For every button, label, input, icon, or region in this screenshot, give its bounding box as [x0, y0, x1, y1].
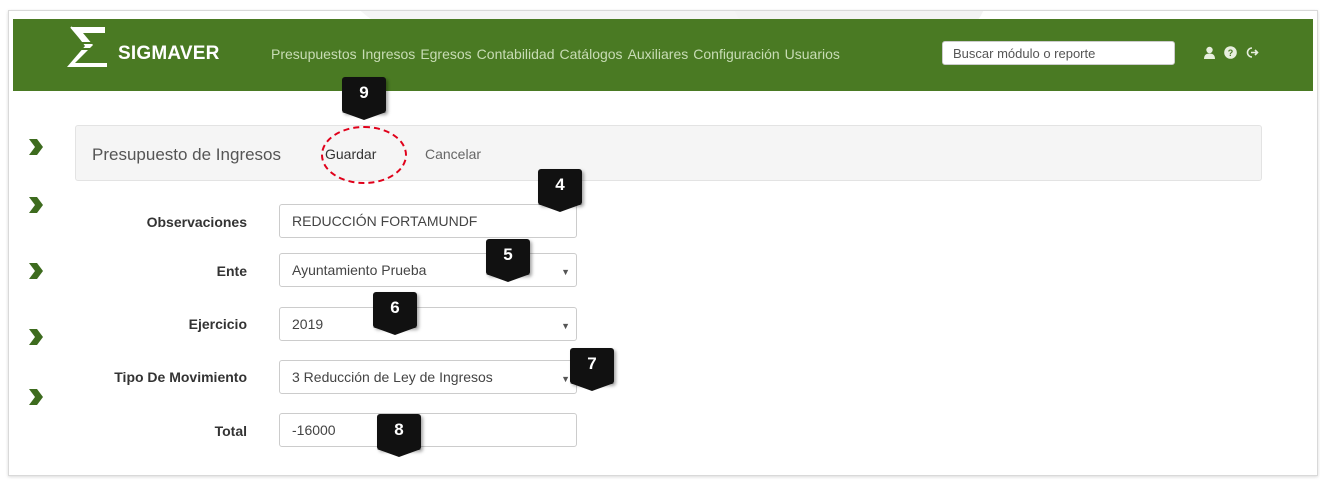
menu-item-configuracion[interactable]: Configuración — [693, 46, 779, 62]
menu-item-egresos[interactable]: Egresos — [420, 46, 471, 62]
chevron-right-icon[interactable] — [27, 196, 43, 214]
top-navbar: SIGMAVER Presupuestos Ingresos Egresos C… — [13, 19, 1313, 91]
logout-icon[interactable] — [1245, 46, 1259, 59]
search-input[interactable] — [942, 41, 1175, 65]
caret-down-icon: ▼ — [561, 321, 570, 331]
brand-name[interactable]: SIGMAVER — [118, 43, 220, 65]
save-button[interactable]: Guardar — [325, 146, 376, 162]
chevron-right-icon[interactable] — [27, 138, 43, 156]
ente-value: Ayuntamiento Prueba — [292, 262, 427, 278]
ejercicio-select[interactable]: 2019 ▼ — [279, 307, 577, 341]
user-icon[interactable] — [1203, 46, 1216, 59]
caret-down-icon: ▼ — [561, 374, 570, 384]
tipo-movimiento-select[interactable]: 3 Reducción de Ley de Ingresos ▼ — [279, 360, 577, 394]
menu-item-catalogos[interactable]: Catálogos — [560, 46, 623, 62]
ente-select[interactable]: Ayuntamiento Prueba ▼ — [279, 253, 577, 287]
menu-item-usuarios[interactable]: Usuarios — [785, 46, 840, 62]
total-field[interactable]: -16000 — [279, 413, 577, 447]
step-marker-4: 4 — [538, 169, 582, 212]
menu-item-contabilidad[interactable]: Contabilidad — [477, 46, 555, 62]
observaciones-label: Observaciones — [146, 214, 247, 230]
help-icon[interactable]: ? — [1224, 46, 1237, 59]
menu-item-presupuestos[interactable]: Presupuestos — [271, 46, 357, 62]
observaciones-value: REDUCCIÓN FORTAMUNDF — [292, 213, 478, 229]
ejercicio-value: 2019 — [292, 316, 324, 332]
app-window: SIGMAVER Presupuestos Ingresos Egresos C… — [8, 10, 1318, 476]
step-marker-5: 5 — [486, 239, 530, 282]
step-marker-8: 8 — [377, 414, 421, 457]
cancel-button[interactable]: Cancelar — [425, 146, 481, 162]
ente-label: Ente — [216, 263, 247, 279]
menu-item-ingresos[interactable]: Ingresos — [362, 46, 416, 62]
page-title: Presupuesto de Ingresos — [92, 145, 282, 164]
total-value: -16000 — [292, 422, 336, 438]
main-menu: Presupuestos Ingresos Egresos Contabilid… — [271, 46, 845, 62]
caret-down-icon: ▼ — [561, 267, 570, 277]
observaciones-field[interactable]: REDUCCIÓN FORTAMUNDF — [279, 204, 577, 238]
step-marker-9: 9 — [342, 77, 386, 120]
svg-text:?: ? — [1228, 48, 1234, 58]
total-label: Total — [214, 423, 247, 439]
navbar-icons: ? — [1203, 46, 1259, 59]
form-header-panel: Presupuesto de Ingresos Guardar Cancelar — [75, 125, 1262, 181]
step-marker-7: 7 — [570, 348, 614, 391]
menu-item-auxiliares[interactable]: Auxiliares — [628, 46, 689, 62]
tipo-movimiento-value: 3 Reducción de Ley de Ingresos — [292, 369, 493, 385]
step-marker-6: 6 — [373, 292, 417, 335]
tipo-movimiento-label: Tipo De Movimiento — [114, 369, 247, 385]
chevron-right-icon[interactable] — [27, 388, 43, 406]
ejercicio-label: Ejercicio — [188, 316, 247, 332]
sigmaver-logo-icon — [67, 26, 107, 67]
